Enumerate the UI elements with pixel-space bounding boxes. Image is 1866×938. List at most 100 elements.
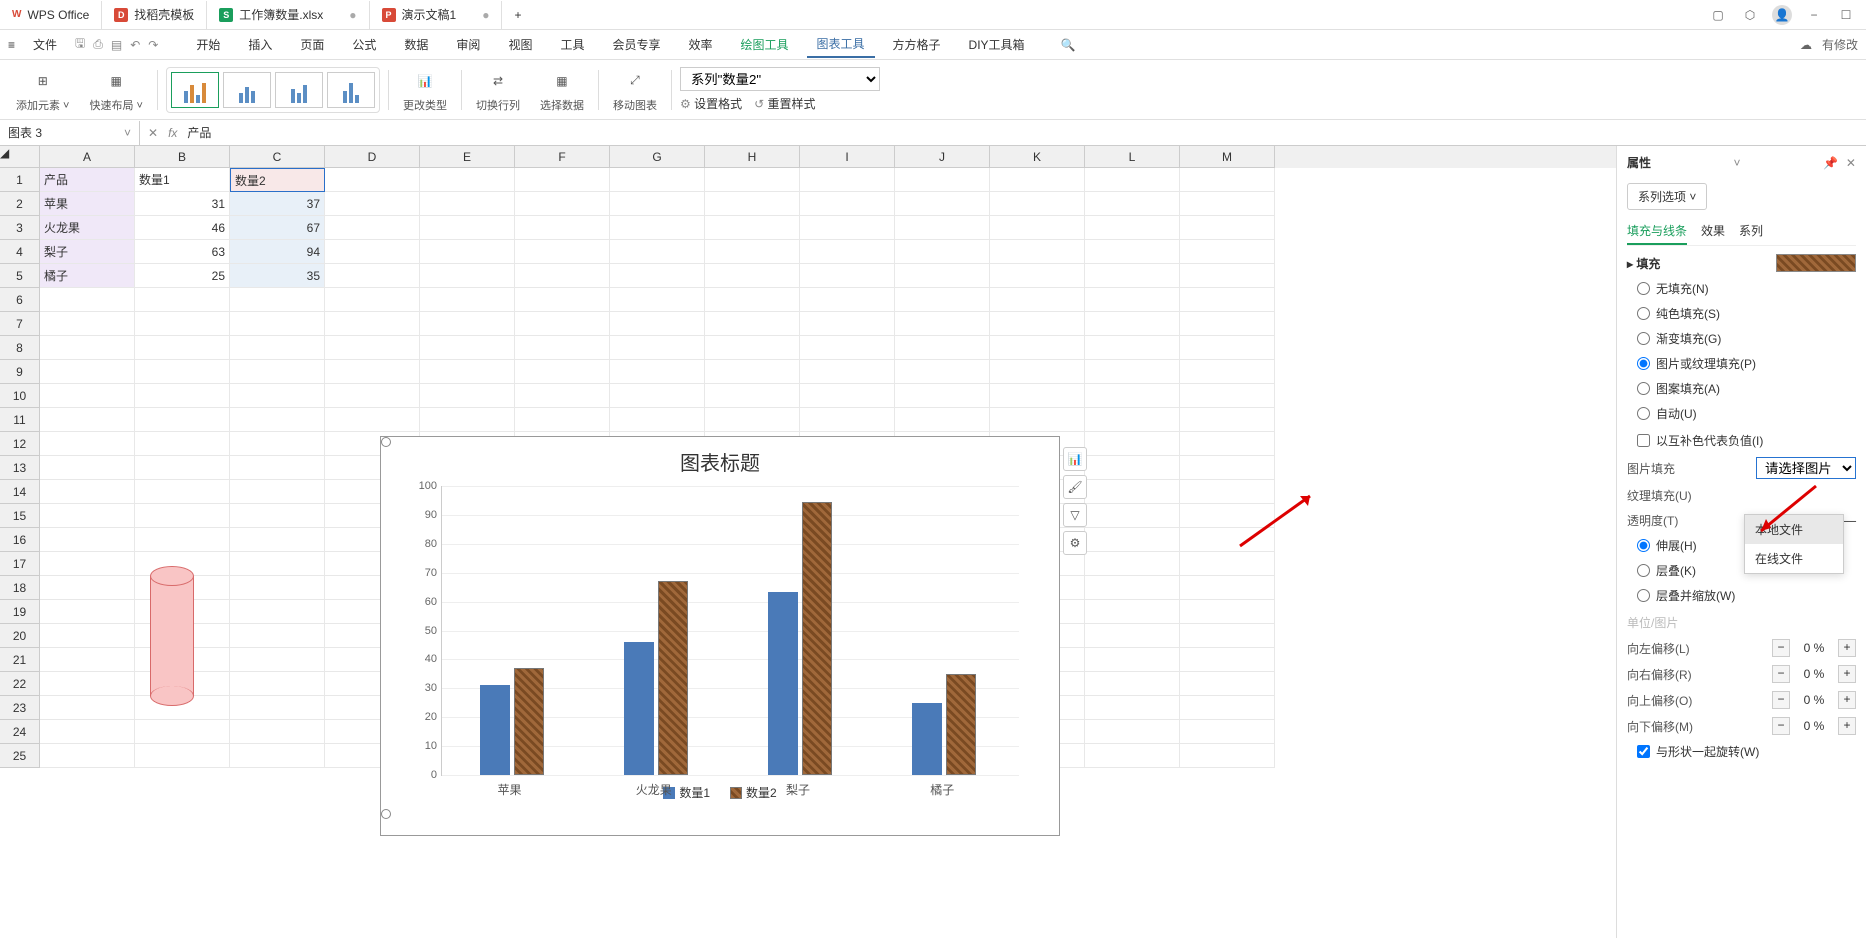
cell[interactable] (135, 384, 230, 408)
cell[interactable] (990, 288, 1085, 312)
cell[interactable] (515, 384, 610, 408)
col-header[interactable]: F (515, 146, 610, 168)
fill-preview-swatch[interactable] (1776, 254, 1856, 272)
cell[interactable] (705, 192, 800, 216)
picture-fill-select[interactable]: 请选择图片 (1756, 457, 1856, 479)
cell[interactable] (230, 408, 325, 432)
cell[interactable] (895, 216, 990, 240)
cell[interactable] (515, 240, 610, 264)
cell[interactable] (895, 408, 990, 432)
chart-style-2[interactable] (223, 72, 271, 108)
col-header[interactable]: J (895, 146, 990, 168)
set-format-button[interactable]: ⚙ 设置格式 (680, 95, 742, 112)
cell[interactable] (135, 312, 230, 336)
cell[interactable] (1180, 480, 1275, 504)
change-type-button[interactable]: 📊 更改类型 (397, 65, 453, 115)
row-header[interactable]: 10 (0, 384, 40, 408)
cell[interactable] (610, 240, 705, 264)
chart-object[interactable]: 图表标题 0102030405060708090100苹果火龙果梨子橘子 数量1… (380, 436, 1060, 836)
cell[interactable] (230, 672, 325, 696)
cell[interactable] (610, 336, 705, 360)
cell[interactable]: 火龙果 (40, 216, 135, 240)
cell[interactable] (1180, 720, 1275, 744)
cell[interactable] (40, 288, 135, 312)
cell[interactable] (135, 744, 230, 768)
cell[interactable] (515, 360, 610, 384)
cell[interactable] (40, 312, 135, 336)
cell[interactable] (420, 360, 515, 384)
cell[interactable] (990, 240, 1085, 264)
cell[interactable] (895, 168, 990, 192)
cell[interactable] (515, 192, 610, 216)
cell[interactable] (230, 456, 325, 480)
radio-gradient-fill[interactable]: 渐变填充(G) (1637, 330, 1856, 347)
cell[interactable] (230, 384, 325, 408)
chart-title[interactable]: 图表标题 (381, 437, 1059, 486)
cell[interactable] (610, 216, 705, 240)
chart-filter-icon[interactable]: ▽ (1063, 503, 1087, 527)
cell[interactable] (230, 336, 325, 360)
row-header[interactable]: 22 (0, 672, 40, 696)
cell[interactable] (1180, 456, 1275, 480)
cell[interactable]: 94 (230, 240, 325, 264)
chart-settings-icon[interactable]: ⚙ (1063, 531, 1087, 555)
cell[interactable] (1180, 552, 1275, 576)
add-element-button[interactable]: ⊞ 添加元素 ˅ (10, 65, 75, 115)
cell[interactable] (1085, 648, 1180, 672)
cell[interactable] (1180, 192, 1275, 216)
tab-presentation[interactable]: P 演示文稿1 ● (370, 1, 503, 29)
cell[interactable] (40, 672, 135, 696)
cell[interactable] (1085, 168, 1180, 192)
cell[interactable] (610, 312, 705, 336)
series-selector[interactable]: 系列"数量2" (680, 67, 880, 91)
cell[interactable] (230, 312, 325, 336)
cell[interactable]: 橘子 (40, 264, 135, 288)
cell[interactable] (230, 600, 325, 624)
row-header[interactable]: 21 (0, 648, 40, 672)
cell[interactable] (230, 696, 325, 720)
cell[interactable] (1180, 576, 1275, 600)
menu-formula[interactable]: 公式 (342, 32, 386, 57)
cell[interactable] (420, 264, 515, 288)
increment-button[interactable]: + (1838, 639, 1856, 657)
cell[interactable] (1085, 480, 1180, 504)
cell[interactable] (1180, 432, 1275, 456)
window-restore-icon[interactable]: ▢ (1708, 5, 1728, 25)
cell[interactable] (1085, 312, 1180, 336)
cell[interactable] (420, 408, 515, 432)
cell[interactable] (1085, 600, 1180, 624)
cell[interactable] (1180, 312, 1275, 336)
cell[interactable] (800, 336, 895, 360)
cell[interactable] (1180, 336, 1275, 360)
cell[interactable] (990, 360, 1085, 384)
row-header[interactable]: 18 (0, 576, 40, 600)
cell[interactable] (800, 264, 895, 288)
menu-hamburger-icon[interactable]: ≡ (8, 38, 15, 52)
cell[interactable] (800, 360, 895, 384)
switch-rc-button[interactable]: ⇄ 切换行列 (470, 65, 526, 115)
new-tab-button[interactable]: + (502, 1, 533, 29)
tab-workbook[interactable]: S 工作簿数量.xlsx ● (207, 1, 369, 29)
cell[interactable]: 63 (135, 240, 230, 264)
cell[interactable] (1180, 648, 1275, 672)
tab-template[interactable]: D 找稻壳模板 (102, 1, 207, 29)
cell[interactable] (515, 216, 610, 240)
chart-bar[interactable] (802, 502, 832, 775)
cell[interactable] (40, 648, 135, 672)
cell[interactable] (135, 408, 230, 432)
cell[interactable] (420, 216, 515, 240)
cell[interactable] (420, 312, 515, 336)
cell[interactable] (800, 288, 895, 312)
cell[interactable] (325, 192, 420, 216)
cell[interactable] (135, 456, 230, 480)
dropdown-local-file[interactable]: 本地文件 (1745, 515, 1843, 544)
reset-style-button[interactable]: ↺ 重置样式 (754, 95, 815, 112)
undo-icon[interactable]: ↶ (130, 38, 140, 52)
cell[interactable] (1085, 432, 1180, 456)
chart-style-3[interactable] (275, 72, 323, 108)
select-all-corner[interactable]: ◢ (0, 146, 40, 168)
cell[interactable] (1085, 216, 1180, 240)
cell[interactable] (1180, 408, 1275, 432)
cell[interactable] (1180, 216, 1275, 240)
cell[interactable] (1180, 288, 1275, 312)
